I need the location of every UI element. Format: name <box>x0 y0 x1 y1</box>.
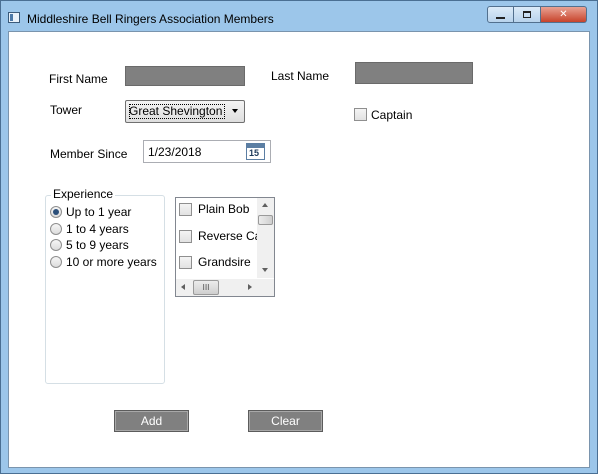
minimize-button[interactable] <box>487 6 514 23</box>
vertical-scrollbar[interactable] <box>257 198 274 278</box>
vertical-scroll-thumb[interactable] <box>258 215 273 225</box>
last-name-field[interactable] <box>355 62 473 84</box>
method-label: Grandsire <box>198 255 251 269</box>
close-icon: ✕ <box>559 9 568 20</box>
experience-option-1-to-4-years[interactable]: 1 to 4 years <box>50 221 129 237</box>
scroll-up-arrow-icon[interactable] <box>262 203 268 207</box>
radio-label: 10 or more years <box>66 255 157 269</box>
captain-checkbox[interactable] <box>354 108 367 121</box>
maximize-icon <box>523 11 531 18</box>
scrollbar-corner <box>257 279 274 296</box>
tower-label: Tower <box>50 103 83 117</box>
experience-header: Experience <box>51 187 116 201</box>
window-title: Middleshire Bell Ringers Association Mem… <box>27 12 274 26</box>
calendar-icon[interactable]: 15 <box>246 143 265 160</box>
caption-buttons: ✕ <box>487 6 587 25</box>
title-bar[interactable]: Middleshire Bell Ringers Association Mem… <box>1 1 599 31</box>
member-since-label: Member Since <box>50 147 128 161</box>
experience-option-10-or-more-years[interactable]: 10 or more years <box>50 254 157 270</box>
horizontal-scroll-thumb[interactable]: III <box>193 280 219 295</box>
scroll-right-arrow-icon[interactable] <box>248 284 252 290</box>
radio-label: 1 to 4 years <box>66 222 129 236</box>
clear-button[interactable]: Clear <box>248 410 323 432</box>
member-since-datepicker[interactable]: 1/23/2018 15 <box>143 140 271 163</box>
scroll-left-arrow-icon[interactable] <box>181 284 185 290</box>
experience-option-up-to-1-year[interactable]: Up to 1 year <box>50 204 131 220</box>
last-name-label: Last Name <box>271 69 330 83</box>
method-checkbox[interactable] <box>179 255 192 269</box>
first-name-field[interactable] <box>125 66 245 86</box>
maximize-button[interactable] <box>514 6 541 23</box>
radio-selected-icon[interactable] <box>50 206 62 218</box>
radio-icon[interactable] <box>50 239 62 251</box>
radio-icon[interactable] <box>50 256 62 268</box>
radio-icon[interactable] <box>50 223 62 235</box>
radio-label: 5 to 9 years <box>66 238 129 252</box>
member-since-date[interactable]: 1/23/2018 <box>148 145 201 159</box>
chevron-down-icon <box>232 109 238 113</box>
close-button[interactable]: ✕ <box>541 6 587 23</box>
minimize-icon <box>496 16 505 19</box>
calendar-icon-day: 15 <box>249 148 260 158</box>
scroll-down-arrow-icon[interactable] <box>262 268 268 272</box>
list-item[interactable]: Grandsire <box>179 254 251 270</box>
radio-label: Up to 1 year <box>66 205 132 219</box>
tower-selected-value: Great Shevington <box>129 104 225 119</box>
method-checkbox[interactable] <box>179 229 192 243</box>
methods-listbox[interactable]: Plain Bob Reverse Canterbury Grandsire I… <box>175 197 275 297</box>
add-button[interactable]: Add <box>114 410 189 432</box>
horizontal-scrollbar[interactable]: III <box>176 279 257 296</box>
tower-select[interactable]: Great Shevington <box>125 100 245 123</box>
method-label: Plain Bob <box>198 202 250 216</box>
experience-option-5-to-9-years[interactable]: 5 to 9 years <box>50 237 129 253</box>
method-checkbox[interactable] <box>179 202 192 216</box>
app-window-icon <box>8 12 20 23</box>
first-name-label: First Name <box>49 72 108 86</box>
list-item[interactable]: Plain Bob <box>179 201 249 217</box>
captain-label: Captain <box>371 108 413 122</box>
